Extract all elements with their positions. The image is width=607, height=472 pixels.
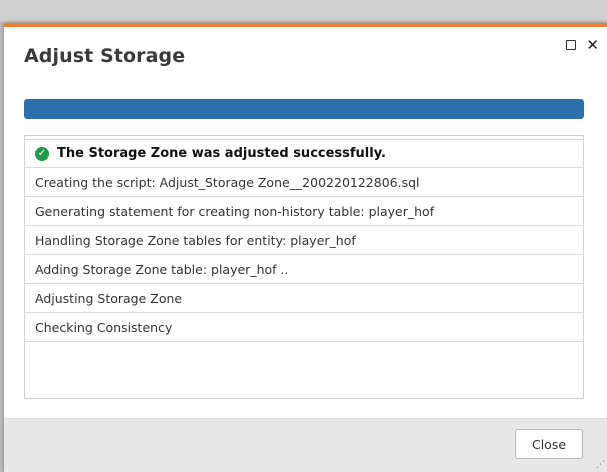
log-row: Checking Consistency [25, 313, 583, 342]
resize-grip-icon[interactable]: ⋰ [596, 461, 605, 470]
close-icon[interactable]: ✕ [586, 38, 599, 53]
log-panel: ✓ The Storage Zone was adjusted successf… [24, 135, 584, 399]
progress-fill [24, 99, 584, 119]
maximize-icon[interactable] [566, 40, 577, 50]
log-row-success: ✓ The Storage Zone was adjusted successf… [25, 139, 583, 168]
close-button[interactable]: Close [515, 429, 583, 459]
log-row: Generating statement for creating non-hi… [25, 197, 583, 226]
check-circle-icon: ✓ [35, 146, 49, 161]
log-entry-text: Checking Consistency [35, 319, 173, 335]
log-entry-text: Handling Storage Zone tables for entity:… [35, 232, 356, 248]
dialog-footer: Close ⋰ [4, 418, 607, 472]
adjust-storage-dialog: Adjust Storage ✕ ✓ The Storage Zone was … [4, 23, 607, 472]
dialog-title: Adjust Storage [24, 45, 186, 67]
progress-bar [24, 99, 584, 119]
window-controls: ✕ [566, 38, 599, 53]
success-message: The Storage Zone was adjusted successful… [57, 146, 386, 161]
log-entry-text: Generating statement for creating non-hi… [35, 203, 435, 219]
log-entry-text: Adjusting Storage Zone [35, 290, 183, 306]
log-row: Creating the script: Adjust_Storage Zone… [25, 168, 583, 197]
log-row: Adding Storage Zone table: player_hof .. [25, 255, 583, 284]
log-row: Adjusting Storage Zone [25, 284, 583, 313]
log-row: Handling Storage Zone tables for entity:… [25, 226, 583, 255]
background-window [0, 0, 607, 22]
log-entry-text: Adding Storage Zone table: player_hof .. [35, 261, 289, 277]
log-entry-text: Creating the script: Adjust_Storage Zone… [35, 174, 420, 190]
